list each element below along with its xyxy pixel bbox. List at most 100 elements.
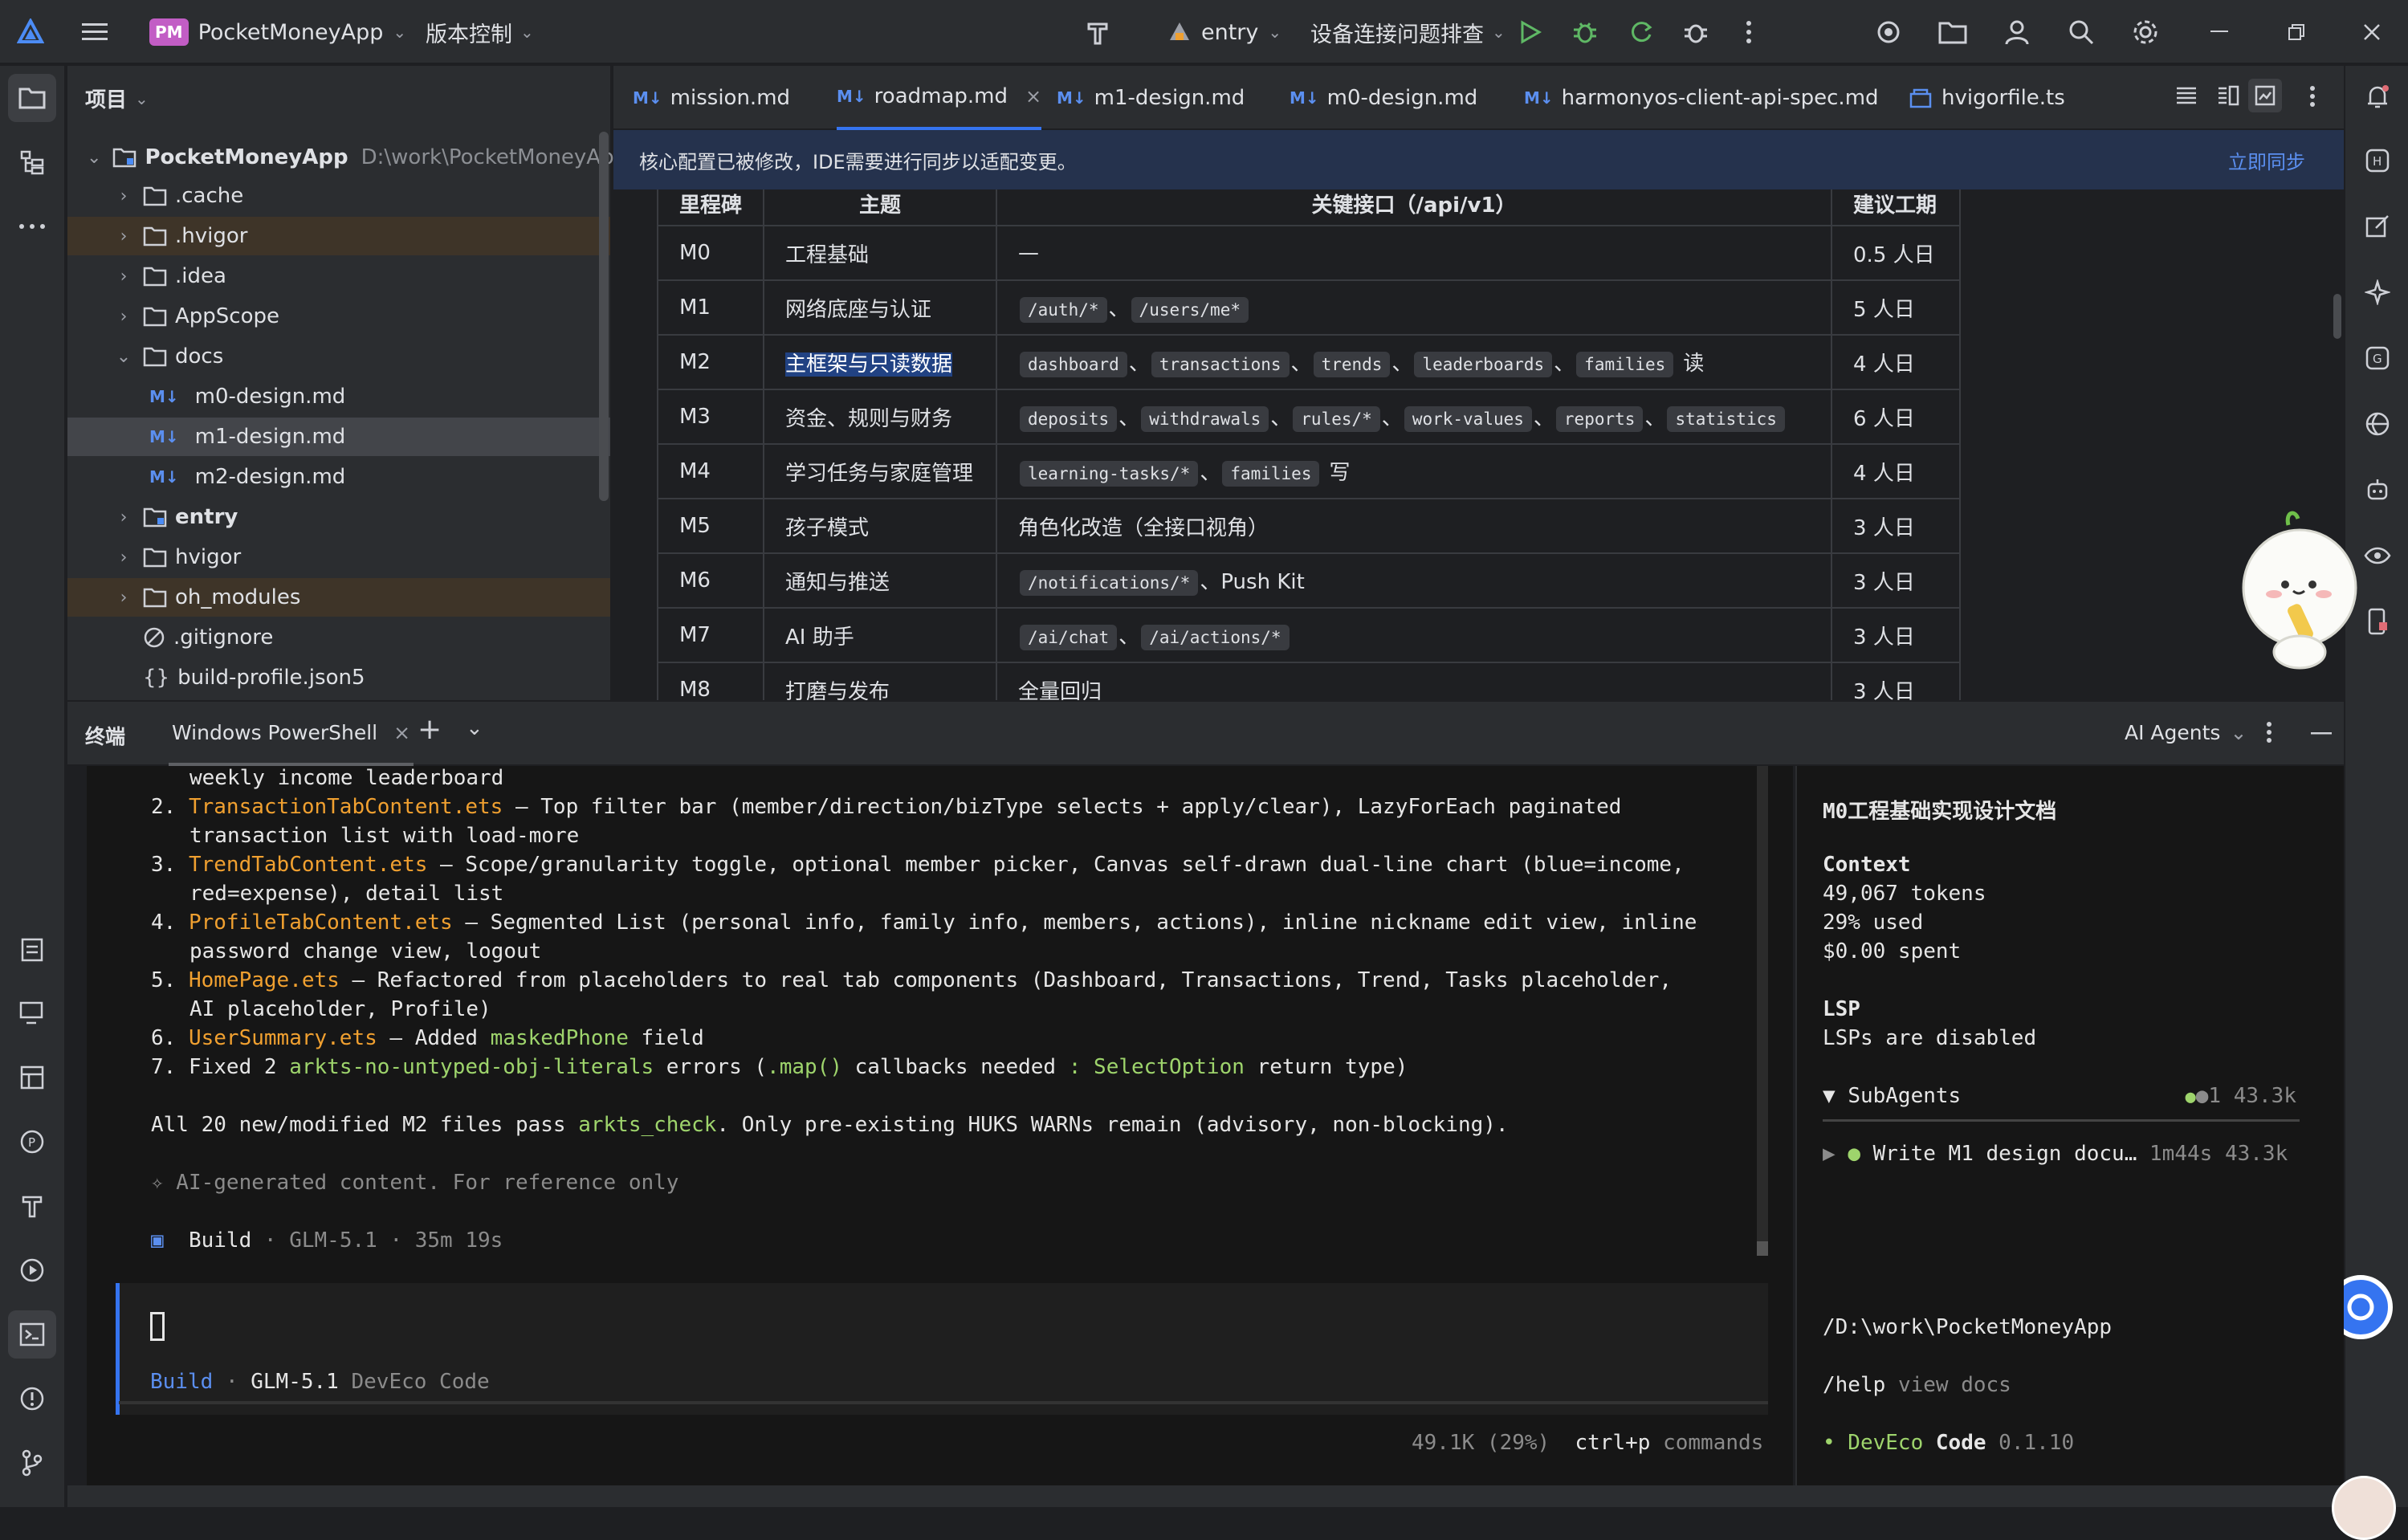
restore-icon[interactable]	[2280, 16, 2312, 48]
tree-item-label: .cache	[175, 184, 244, 208]
mascot-avatar[interactable]	[2239, 507, 2359, 676]
chevron-right-icon[interactable]: ›	[116, 548, 132, 568]
tab-hvigorfile[interactable]: hvigorfile.ts	[1909, 66, 2065, 130]
notifications-bell-icon[interactable]	[2358, 77, 2397, 116]
chevron-right-icon[interactable]: ›	[116, 507, 132, 528]
layout-inspector-icon[interactable]	[8, 1053, 56, 1102]
tab-api-spec[interactable]: M↓ harmonyos-client-api-spec.md	[1524, 66, 1879, 130]
run-icon[interactable]	[1514, 16, 1546, 48]
tree-item[interactable]: ⌄ docs	[67, 337, 610, 376]
ignore-file-icon	[143, 626, 165, 649]
code-with-me-icon[interactable]	[1872, 16, 1905, 48]
chevron-right-icon[interactable]: ›	[116, 226, 132, 246]
tree-item[interactable]: .gitignore	[67, 618, 610, 657]
gear-icon[interactable]	[2129, 16, 2161, 48]
user-avatar[interactable]	[2332, 1476, 2396, 1540]
more-tools-icon[interactable]	[8, 202, 56, 251]
eye-icon[interactable]	[2358, 536, 2397, 575]
git-branch-icon[interactable]	[8, 1439, 56, 1487]
project-tool-folder-icon[interactable]	[8, 74, 56, 122]
tree-item[interactable]: › .hvigor	[67, 217, 610, 255]
terminal-tool-icon[interactable]	[8, 1310, 56, 1359]
topic-cell: 主框架与只读数据	[763, 334, 998, 390]
search-icon[interactable]	[2065, 16, 2097, 48]
more-actions-icon[interactable]	[1733, 16, 1765, 48]
milestone-cell: M3	[656, 389, 765, 445]
structure-icon[interactable]	[8, 138, 56, 186]
harmony-assistant-icon[interactable]: H	[2358, 141, 2397, 180]
tree-item[interactable]: › AppScope	[67, 297, 610, 336]
edit-notes-icon[interactable]	[2358, 207, 2397, 246]
profiler-icon[interactable]: P	[8, 1118, 56, 1166]
subagent-row[interactable]: ▶ ● Write M1 design docu… 1m44s 43.3k	[1823, 1142, 2296, 1166]
tree-item[interactable]: M↓ m0-design.md	[67, 377, 610, 416]
main-menu-icon[interactable]	[79, 16, 111, 48]
run-config-label: entry	[1201, 19, 1259, 45]
gradle-g-icon[interactable]: G	[2358, 339, 2397, 377]
terminal-output[interactable]: weekly income leaderboard 2. Transaction…	[87, 766, 1793, 1485]
terminal-tab-powershell[interactable]: Windows PowerShell ×	[169, 702, 414, 766]
terminal-more-icon[interactable]	[2266, 721, 2272, 744]
run-config-selector[interactable]: entry ⌄	[1167, 0, 1281, 64]
tree-item[interactable]: {} build-profile.json5	[67, 658, 610, 697]
tree-item[interactable]: › .idea	[67, 257, 610, 295]
robot-icon[interactable]	[2358, 471, 2397, 509]
project-switcher[interactable]: PM PocketMoneyApp ⌄	[149, 0, 406, 64]
device-file-browser-icon[interactable]	[8, 989, 56, 1037]
subagents-header[interactable]: ▼ SubAgents ●●1 43.3k	[1823, 1084, 2296, 1108]
tree-item[interactable]: › oh_modules	[67, 578, 610, 617]
tab-mission[interactable]: M↓ mission.md	[633, 66, 790, 130]
problems-icon[interactable]	[8, 1375, 56, 1423]
prompt-input-box[interactable]: Build · GLM-5.1 DevEco Code	[116, 1283, 1768, 1415]
tree-item[interactable]: › entry	[67, 498, 610, 536]
table-row: M2 主框架与只读数据 dashboard、 transactions、 trends、…	[656, 334, 1962, 390]
close-icon[interactable]	[2356, 16, 2388, 48]
tab-roadmap[interactable]: M↓ roadmap.md ×	[837, 66, 1042, 130]
editor-scrollbar[interactable]	[2333, 294, 2341, 339]
tree-item[interactable]: M↓ m1-design.md	[67, 418, 610, 456]
tab-actions-more-icon[interactable]	[2309, 85, 2316, 108]
run-tool-icon[interactable]	[8, 1246, 56, 1294]
chevron-right-icon[interactable]: ›	[116, 588, 132, 608]
sync-now-link[interactable]: 立即同步	[2228, 146, 2305, 174]
device-phone-icon[interactable]	[2358, 602, 2397, 641]
tree-item[interactable]: › hvigor	[67, 538, 610, 576]
chevron-down-icon[interactable]: ⌄	[116, 347, 132, 367]
tree-root[interactable]: ⌄ PocketMoneyApp D:\work\PocketMoneyApp	[67, 138, 627, 177]
tab-m1-design[interactable]: M↓ m1-design.md	[1057, 66, 1245, 130]
network-globe-icon[interactable]	[2358, 405, 2397, 443]
chevron-down-icon[interactable]: ⌄	[466, 716, 483, 740]
new-terminal-plus-icon[interactable]: +	[418, 713, 442, 746]
close-tab-icon[interactable]: ×	[393, 721, 410, 744]
split-view-icon[interactable]	[2216, 84, 2240, 108]
hide-panel-icon[interactable]	[2311, 732, 2332, 735]
terminal-scrollbar-track[interactable]	[1757, 766, 1768, 1256]
editor-only-view-icon[interactable]	[2174, 84, 2198, 108]
debug-icon[interactable]	[1569, 16, 1601, 48]
preview-only-icon[interactable]	[2248, 79, 2282, 112]
chevron-down-icon: ⌄	[87, 147, 102, 168]
hammer-build-icon[interactable]	[1082, 16, 1114, 48]
chevron-right-icon[interactable]: ›	[116, 267, 132, 287]
apply-changes-icon[interactable]	[1625, 16, 1657, 48]
minimize-icon[interactable]	[2203, 16, 2235, 48]
project-panel-header[interactable]: 项目 ⌄	[85, 84, 149, 113]
ai-star-icon[interactable]	[2358, 273, 2397, 312]
chevron-right-icon[interactable]: ›	[116, 307, 132, 327]
build-hammer-icon[interactable]	[8, 1182, 56, 1230]
device-selector[interactable]: 设备连接问题排查 ⌄	[1310, 0, 1506, 64]
vcs-menu[interactable]: 版本控制 ⌄	[426, 0, 534, 64]
chevron-right-icon[interactable]: ›	[116, 186, 132, 206]
project-scrollbar[interactable]	[599, 132, 609, 501]
version-line: • DevEco Code 0.1.10	[1823, 1431, 2075, 1455]
todo-icon[interactable]	[8, 925, 56, 973]
ai-agents-menu[interactable]: AI Agents ⌄	[2125, 721, 2247, 744]
close-tab-icon[interactable]: ×	[1025, 85, 1041, 108]
tree-item[interactable]: › .cache	[67, 177, 610, 215]
table-row: M5 孩子模式 角色化改造（全接口视角） 3 人日	[656, 498, 1962, 554]
tree-item[interactable]: M↓ m2-design.md	[67, 458, 610, 496]
tab-m0-design[interactable]: M↓ m0-design.md	[1290, 66, 1477, 130]
device-manager-icon[interactable]	[1937, 16, 1969, 48]
account-icon[interactable]	[2001, 16, 2033, 48]
profiler-bug-icon[interactable]	[1680, 16, 1712, 48]
